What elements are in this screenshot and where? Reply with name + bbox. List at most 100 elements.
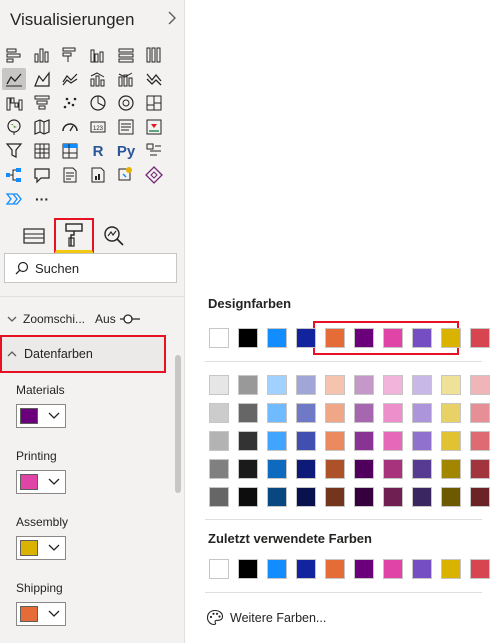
search-input[interactable]: Suchen [4,253,177,283]
shade-color-swatch[interactable] [209,431,229,451]
visual-key-influencers[interactable] [142,140,166,162]
shade-color-swatch[interactable] [441,431,461,451]
recent-color-swatch[interactable] [267,559,287,579]
more-colors-button[interactable]: Weitere Farben... [206,609,326,627]
recent-color-swatch[interactable] [354,559,374,579]
visual-funnel[interactable] [30,92,54,114]
shade-color-swatch[interactable] [296,459,316,479]
recent-color-swatch[interactable] [296,559,316,579]
visual-treemap[interactable] [142,92,166,114]
shade-color-swatch[interactable] [209,403,229,423]
visual-line-chart[interactable] [2,68,26,90]
shade-color-swatch[interactable] [238,403,258,423]
shade-color-swatch[interactable] [209,459,229,479]
shade-color-swatch[interactable] [325,403,345,423]
theme-color-swatch[interactable] [383,328,403,348]
visual-ribbon-chart[interactable] [142,68,166,90]
visual-ellipsis[interactable]: ··· [30,188,54,210]
theme-color-swatch[interactable] [354,328,374,348]
shade-color-swatch[interactable] [325,487,345,507]
visual-100-column[interactable] [142,44,166,66]
visual-100-bar[interactable] [114,44,138,66]
shade-color-swatch[interactable] [238,431,258,451]
shade-color-swatch[interactable] [238,375,258,395]
shade-color-swatch[interactable] [470,487,490,507]
shade-color-swatch[interactable] [354,431,374,451]
fields-tab[interactable] [14,218,54,254]
shade-color-swatch[interactable] [354,403,374,423]
shade-color-swatch[interactable] [470,375,490,395]
shade-color-swatch[interactable] [441,459,461,479]
color-dropdown-assembly[interactable] [16,536,66,560]
shade-color-swatch[interactable] [412,375,432,395]
theme-color-swatch[interactable] [267,328,287,348]
shade-color-swatch[interactable] [354,459,374,479]
visual-pie[interactable] [86,92,110,114]
visual-kpi[interactable] [142,116,166,138]
visual-waterfall[interactable] [2,92,26,114]
shade-color-swatch[interactable] [383,375,403,395]
recent-color-swatch[interactable] [383,559,403,579]
recent-color-swatch[interactable] [470,559,490,579]
shade-color-swatch[interactable] [238,487,258,507]
visual-stacked-column[interactable] [30,44,54,66]
visual-power-automate[interactable] [142,164,166,186]
shade-color-swatch[interactable] [238,459,258,479]
shade-color-swatch[interactable] [209,487,229,507]
theme-color-swatch[interactable] [209,328,229,348]
visual-power-apps[interactable] [114,164,138,186]
data-colors-section-header[interactable]: Datenfarben [0,335,166,373]
visual-area-chart[interactable] [30,68,54,90]
color-dropdown-materials[interactable] [16,404,66,428]
shade-color-swatch[interactable] [441,487,461,507]
pane-scrollbar[interactable] [175,355,181,493]
theme-color-swatch[interactable] [296,328,316,348]
shade-color-swatch[interactable] [470,431,490,451]
shade-color-swatch[interactable] [267,487,287,507]
shade-color-swatch[interactable] [383,459,403,479]
visual-qa[interactable] [30,164,54,186]
visual-map[interactable] [2,116,26,138]
color-dropdown-printing[interactable] [16,470,66,494]
shade-color-swatch[interactable] [296,375,316,395]
visual-multirow-card[interactable] [114,116,138,138]
visual-donut[interactable] [114,92,138,114]
recent-color-swatch[interactable] [441,559,461,579]
analytics-tab[interactable] [94,218,134,254]
visual-gauge[interactable] [58,116,82,138]
shade-color-swatch[interactable] [325,375,345,395]
shade-color-swatch[interactable] [383,403,403,423]
visual-filled-map[interactable] [30,116,54,138]
shade-color-swatch[interactable] [383,431,403,451]
format-tab[interactable] [54,218,94,254]
color-dropdown-shipping[interactable] [16,602,66,626]
shade-color-swatch[interactable] [267,375,287,395]
visual-scatter[interactable] [58,92,82,114]
zoom-toggle[interactable] [119,314,148,324]
visual-slicer[interactable] [2,140,26,162]
shade-color-swatch[interactable] [325,431,345,451]
recent-color-swatch[interactable] [209,559,229,579]
recent-color-swatch[interactable] [412,559,432,579]
shade-color-swatch[interactable] [470,459,490,479]
chevron-right-icon[interactable] [165,10,179,26]
shade-color-swatch[interactable] [412,403,432,423]
visual-card[interactable]: 123 [86,116,110,138]
shade-color-swatch[interactable] [267,431,287,451]
visual-clustered-column[interactable] [86,44,110,66]
shade-color-swatch[interactable] [441,375,461,395]
shade-color-swatch[interactable] [209,375,229,395]
visual-decomposition-tree[interactable] [2,164,26,186]
shade-color-swatch[interactable] [441,403,461,423]
shade-color-swatch[interactable] [412,431,432,451]
visual-stacked-bar[interactable] [2,44,26,66]
shade-color-swatch[interactable] [296,487,316,507]
shade-color-swatch[interactable] [267,403,287,423]
shade-color-swatch[interactable] [383,487,403,507]
visual-more-visuals[interactable] [2,188,26,210]
visual-r-visual[interactable]: R [86,140,110,162]
theme-color-swatch[interactable] [412,328,432,348]
theme-color-swatch[interactable] [470,328,490,348]
recent-color-swatch[interactable] [238,559,258,579]
recent-color-swatch[interactable] [325,559,345,579]
